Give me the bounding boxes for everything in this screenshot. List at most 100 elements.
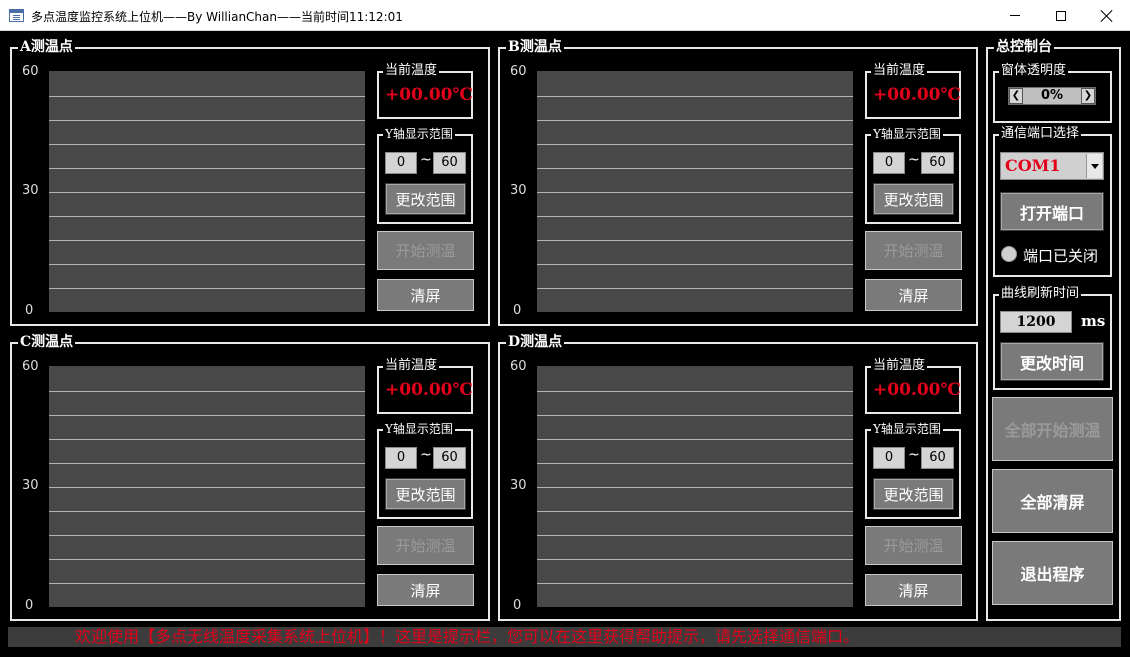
range-separator: ~ <box>420 152 432 168</box>
grid-line <box>537 487 853 488</box>
grid-line <box>537 216 853 217</box>
y-range-low-input[interactable]: 0 <box>385 447 417 469</box>
current-temp-value: +00.00℃ <box>385 380 473 400</box>
grid-line <box>537 391 853 392</box>
temperature-plot <box>49 366 365 607</box>
grid-line <box>537 288 853 289</box>
grid-line <box>537 192 853 193</box>
grid-line <box>49 240 365 241</box>
grid-line <box>49 463 365 464</box>
grid-line <box>537 559 853 560</box>
open-port-button[interactable]: 打开端口 <box>1000 192 1104 231</box>
port-select[interactable]: COM1 <box>1000 152 1104 180</box>
grid-line <box>49 216 365 217</box>
y-max-label: 60 <box>22 359 39 374</box>
y-min-label: 0 <box>25 303 34 318</box>
grid-line <box>49 559 365 560</box>
grid-line <box>49 96 365 97</box>
panel-title: D测温点 <box>506 333 565 351</box>
y-mid-label: 30 <box>22 478 39 493</box>
y-range-high-input[interactable]: 60 <box>921 447 954 469</box>
grid-line <box>49 487 365 488</box>
grid-line <box>537 144 853 145</box>
change-range-button[interactable]: 更改范围 <box>385 183 466 215</box>
y-max-label: 60 <box>22 64 39 79</box>
temperature-plot <box>537 71 853 312</box>
current-temp-label: 当前温度 <box>383 358 440 374</box>
refresh-label: 曲线刷新时间 <box>999 286 1082 302</box>
grid-line <box>49 264 365 265</box>
port-status-indicator-icon <box>1001 246 1017 262</box>
start-measure-button[interactable]: 开始测温 <box>865 231 962 270</box>
clear-screen-button[interactable]: 清屏 <box>865 574 962 606</box>
y-max-label: 60 <box>510 64 527 79</box>
port-status-text: 端口已关闭 <box>1023 247 1099 265</box>
control-panel-title: 总控制台 <box>994 38 1054 56</box>
change-range-button[interactable]: 更改范围 <box>385 478 466 510</box>
maximize-button[interactable] <box>1038 0 1084 31</box>
change-range-button[interactable]: 更改范围 <box>873 183 954 215</box>
maximize-icon <box>1056 10 1066 21</box>
y-range-low-input[interactable]: 0 <box>385 152 417 174</box>
clear-screen-button[interactable]: 清屏 <box>377 574 474 606</box>
start-measure-button[interactable]: 开始测温 <box>865 526 962 565</box>
minimize-button[interactable] <box>992 0 1038 31</box>
y-max-label: 60 <box>510 359 527 374</box>
clear-all-button[interactable]: 全部清屏 <box>992 469 1113 533</box>
grid-line <box>49 120 365 121</box>
grid-line <box>537 583 853 584</box>
clear-screen-button[interactable]: 清屏 <box>377 279 474 311</box>
grid-line <box>49 511 365 512</box>
grid-line <box>49 144 365 145</box>
panel-title: C测温点 <box>18 333 76 351</box>
y-range-low-input[interactable]: 0 <box>873 152 905 174</box>
current-temp-label: 当前温度 <box>871 63 928 79</box>
opacity-label: 窗体透明度 <box>999 63 1069 79</box>
minimize-icon <box>1010 15 1020 16</box>
clear-screen-button[interactable]: 清屏 <box>865 279 962 311</box>
scroll-right-icon[interactable]: ❯ <box>1081 88 1095 104</box>
exit-button[interactable]: 退出程序 <box>992 541 1113 605</box>
status-bar: 欢迎使用【多点无线温度采集系统上位机】！这里是提示栏，您可以在这里获得帮助提示，… <box>8 627 1121 647</box>
opacity-scrollbar[interactable]: ❮ 0% ❯ <box>1008 87 1096 105</box>
current-temp-value: +00.00℃ <box>873 85 961 105</box>
grid-line <box>49 168 365 169</box>
range-separator: ~ <box>908 152 920 168</box>
refresh-unit: ms <box>1081 312 1106 330</box>
current-temp-group: 当前温度 +00.00℃ <box>377 358 473 414</box>
y-range-high-input[interactable]: 60 <box>433 152 466 174</box>
grid-line <box>537 240 853 241</box>
app-window-icon <box>9 9 24 22</box>
dropdown-arrow[interactable] <box>1086 154 1102 178</box>
current-temp-group: 当前温度 +00.00℃ <box>865 358 961 414</box>
y-mid-label: 30 <box>510 183 527 198</box>
change-range-button[interactable]: 更改范围 <box>873 478 954 510</box>
panel-title: A测温点 <box>18 38 75 56</box>
refresh-interval-input[interactable]: 1200 <box>1000 311 1072 333</box>
chevron-down-icon <box>1090 163 1099 169</box>
y-range-high-input[interactable]: 60 <box>433 447 466 469</box>
current-temp-group: 当前温度 +00.00℃ <box>865 63 961 119</box>
y-range-low-input[interactable]: 0 <box>873 447 905 469</box>
grid-line <box>537 96 853 97</box>
close-icon <box>1101 10 1113 22</box>
change-time-button[interactable]: 更改时间 <box>1000 342 1104 381</box>
y-range-high-input[interactable]: 60 <box>921 152 954 174</box>
current-temp-value: +00.00℃ <box>873 380 961 400</box>
y-min-label: 0 <box>513 303 522 318</box>
start-measure-button[interactable]: 开始测温 <box>377 231 474 270</box>
start-measure-button[interactable]: 开始测温 <box>377 526 474 565</box>
range-separator: ~ <box>908 447 920 463</box>
y-min-label: 0 <box>25 598 34 613</box>
grid-line <box>49 391 365 392</box>
close-button[interactable] <box>1084 0 1130 31</box>
temperature-plot <box>49 71 365 312</box>
current-temp-group: 当前温度 +00.00℃ <box>377 63 473 119</box>
window-title: 多点温度监控系统上位机——By WillianChan——当前时间11:12:0… <box>31 10 403 24</box>
current-temp-value: +00.00℃ <box>385 85 473 105</box>
start-all-button[interactable]: 全部开始测温 <box>992 397 1113 461</box>
grid-line <box>49 415 365 416</box>
grid-line <box>49 439 365 440</box>
y-range-label: Y轴显示范围 <box>871 421 943 437</box>
grid-line <box>49 583 365 584</box>
